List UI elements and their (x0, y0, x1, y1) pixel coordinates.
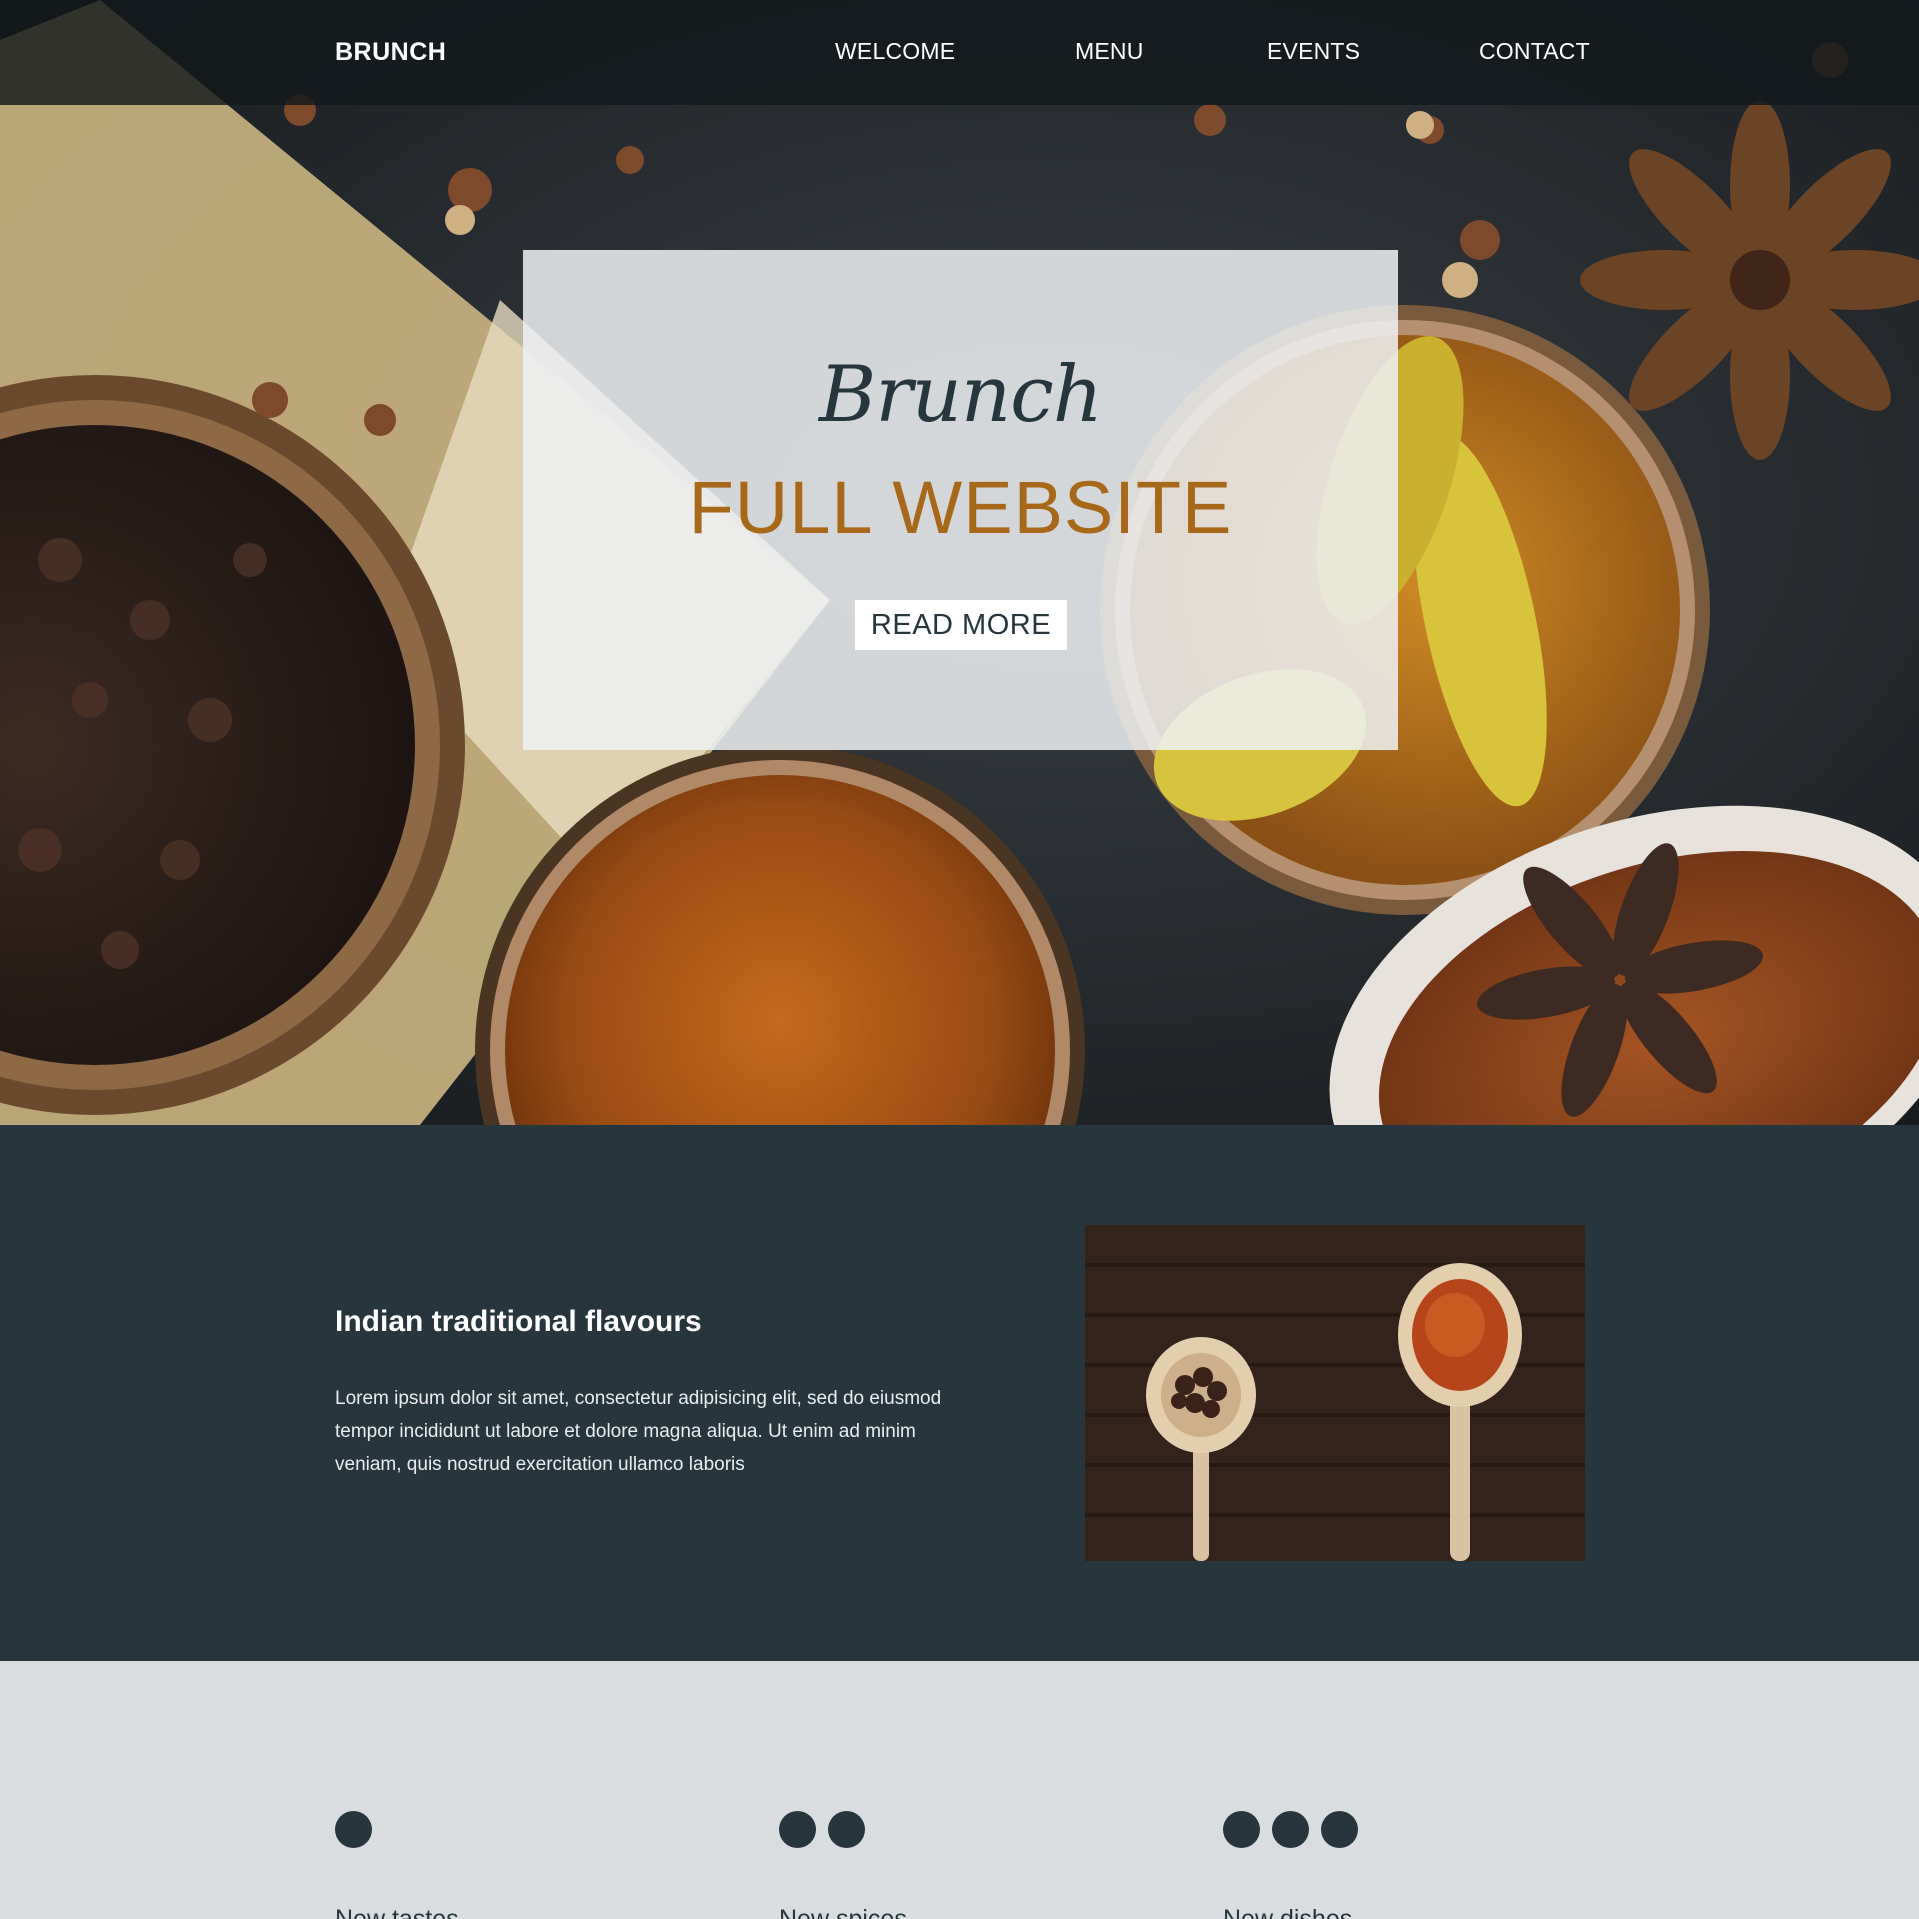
dot-icon (1223, 1811, 1260, 1848)
feature-new-spices: New spices (779, 1811, 907, 1919)
nav-item-events[interactable]: EVENTS (1267, 38, 1360, 65)
dot-icon (779, 1811, 816, 1848)
feature-title: New dishes (1223, 1905, 1353, 1919)
hero-title: FULL WEBSITE (688, 466, 1233, 549)
spoons-illustration (1085, 1225, 1585, 1561)
about-body-text: Lorem ipsum dolor sit amet, consectetur … (335, 1388, 942, 1475)
spoons-photo (1085, 1225, 1585, 1561)
feature-dots (335, 1811, 459, 1849)
nav-item-menu[interactable]: MENU (1075, 38, 1144, 65)
feature-new-dishes: New dishes (1223, 1811, 1358, 1919)
features-section: New tastes New spices New dishes (0, 1661, 1919, 1919)
feature-title: New spices (779, 1905, 907, 1919)
dot-icon (1272, 1811, 1309, 1848)
feature-dots (779, 1811, 907, 1849)
feature-dots (1223, 1811, 1358, 1849)
nav-item-contact[interactable]: CONTACT (1479, 38, 1590, 65)
hero-script-title: Brunch (819, 350, 1103, 440)
hero-card: Brunch FULL WEBSITE READ MORE (523, 250, 1398, 750)
about-section: Indian traditional flavours Lorem ipsum … (0, 1125, 1919, 1661)
main-nav: WELCOME MENU EVENTS CONTACT (0, 38, 1919, 72)
dot-icon (335, 1811, 372, 1848)
feature-new-tastes: New tastes (335, 1811, 459, 1919)
feature-title: New tastes (335, 1905, 459, 1919)
dot-icon (1321, 1811, 1358, 1848)
nav-item-welcome[interactable]: WELCOME (835, 38, 955, 65)
about-heading: Indian traditional flavours (335, 1305, 702, 1338)
dot-icon (828, 1811, 865, 1848)
hero-section: BRUNCH WELCOME MENU EVENTS CONTACT Brunc… (0, 0, 1919, 1125)
read-more-button[interactable]: READ MORE (855, 600, 1067, 650)
top-navigation-bar: BRUNCH WELCOME MENU EVENTS CONTACT (0, 0, 1919, 105)
